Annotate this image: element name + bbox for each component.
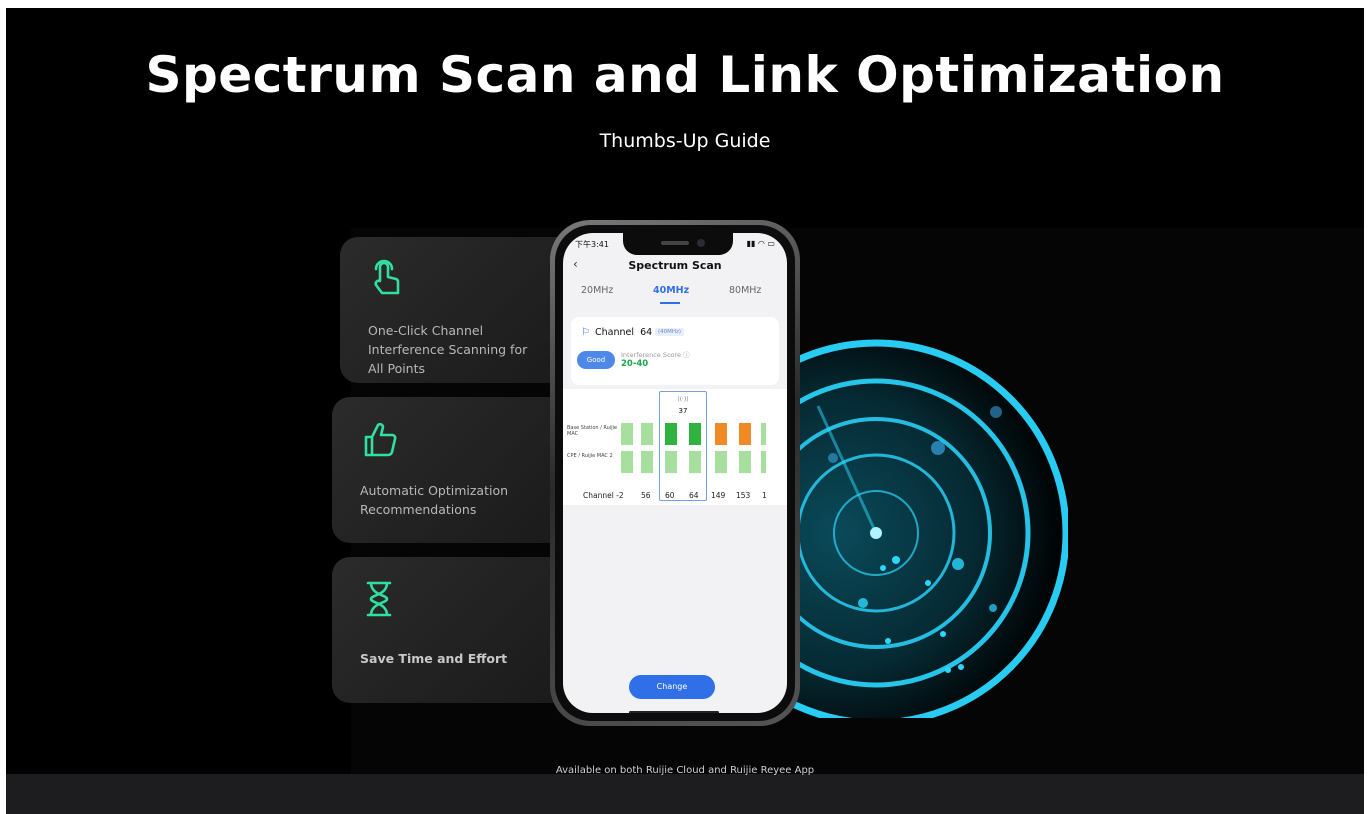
bar [715, 423, 727, 445]
interference-value: 20-40 [621, 359, 649, 369]
feature-label: Save Time and Effort [360, 651, 508, 666]
tap-hand-icon [374, 259, 400, 295]
feature-label: Automatic Optimization Recommendations [360, 483, 509, 517]
status-time: 下午3:41 [575, 240, 609, 249]
feature-card-scanning: One-Click Channel Interference Scanning … [340, 237, 580, 383]
tab-20mhz[interactable]: 20MHz [581, 285, 613, 296]
channel-tick: 153 [736, 491, 751, 500]
tab-80mhz[interactable]: 80MHz [729, 285, 761, 296]
hourglass-icon [366, 581, 392, 617]
row-label-cpe: CPE / Ruijie MAC 2 [567, 453, 613, 459]
bar [739, 451, 751, 473]
bandwidth-tabs: 20MHz 40MHz 80MHz [563, 285, 787, 305]
channel-width-badge: (40MHz) [655, 328, 685, 336]
change-button[interactable]: Change [629, 675, 715, 699]
page-frame: Spectrum Scan and Link Optimization Thum… [6, 8, 1364, 814]
camera-icon [697, 239, 705, 247]
screen-title: Spectrum Scan [628, 259, 722, 272]
bar [621, 423, 633, 445]
bar [641, 423, 653, 445]
radar-graphic [768, 339, 1068, 718]
bar [761, 423, 766, 445]
interference-label: Interference Score ⓘ [621, 351, 690, 359]
bar [621, 451, 633, 473]
page-subtitle: Thumbs-Up Guide [599, 130, 771, 152]
bar [715, 451, 727, 473]
channel-chart: Base Station / Ruijie MAC CPE / Ruijie M… [563, 389, 787, 505]
feature-label: One-Click Channel Interference Scanning … [368, 323, 528, 376]
home-indicator [629, 711, 719, 713]
phone-mockup: 下午3:41 ▮▮ ◠ ▭ ‹ Spectrum Scan 20MHz 40MH… [550, 220, 800, 726]
bar [761, 451, 766, 473]
phone-screen: 下午3:41 ▮▮ ◠ ▭ ‹ Spectrum Scan 20MHz 40MH… [563, 233, 787, 713]
channel-tick: 60 [665, 491, 675, 500]
signal-icon: ((·)) [677, 396, 689, 403]
bar [665, 423, 677, 445]
selected-value: 37 [678, 407, 688, 415]
channel-tick: 1 [762, 491, 767, 500]
bar [689, 423, 701, 445]
channel-label: Channel 64 [595, 327, 653, 338]
active-tab-indicator [660, 302, 680, 304]
feature-card-save-time: Save Time and Effort [332, 557, 572, 703]
bottom-bar [6, 774, 1364, 814]
thumbs-up-icon [364, 422, 397, 457]
row-label-base-station: Base Station / Ruijie MAC [567, 425, 618, 437]
tab-40mhz[interactable]: 40MHz [653, 285, 689, 296]
phone-notch [623, 233, 733, 255]
phone-bezel: 下午3:41 ▮▮ ◠ ▭ ‹ Spectrum Scan 20MHz 40MH… [555, 225, 795, 721]
channel-tick: 56 [641, 491, 651, 500]
footer-note: Available on both Ruijie Cloud and Ruiji… [555, 765, 815, 776]
bar [739, 423, 751, 445]
bar [665, 451, 677, 473]
status-badge: Good [577, 351, 615, 369]
bar [641, 451, 653, 473]
page-title: Spectrum Scan and Link Optimization [145, 46, 1225, 104]
channel-tick: 64 [689, 491, 699, 500]
bar [689, 451, 701, 473]
channel-axis-label: Channel -2 [583, 491, 624, 500]
flag-icon: ⚐ [581, 327, 590, 338]
channel-summary-card: ⚐ Channel 64 (40MHz) Good Interference S… [571, 317, 779, 385]
signal-wifi-battery-icon: ▮▮ ◠ ▭ [746, 239, 775, 248]
speaker [661, 241, 689, 245]
channel-tick: 149 [711, 491, 726, 500]
feature-card-optimization: Automatic Optimization Recommendations [332, 397, 572, 543]
